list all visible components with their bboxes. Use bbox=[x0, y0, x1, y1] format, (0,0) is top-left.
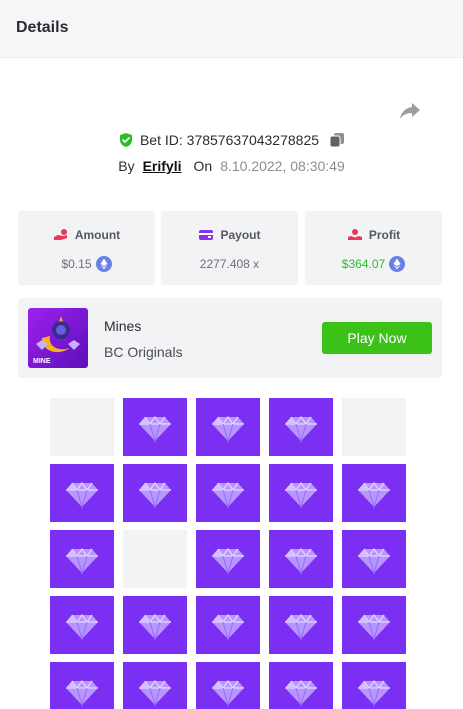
gem-tile bbox=[123, 398, 187, 456]
gem-tile bbox=[50, 464, 114, 522]
thumb-label: MINE bbox=[33, 358, 51, 365]
amount-value: $0.15 bbox=[61, 257, 92, 271]
bet-meta-row: By Erifyli On 8.10.2022, 08:30:49 bbox=[0, 156, 463, 176]
gem-tile bbox=[123, 662, 187, 709]
bet-id-row: Bet ID: 37857637043278825 bbox=[0, 130, 463, 150]
amount-card: Amount $0.15 bbox=[18, 211, 155, 285]
gem-tile bbox=[342, 662, 406, 709]
profit-value: $364.07 bbox=[341, 257, 386, 271]
eth-icon bbox=[389, 256, 406, 272]
empty-tile bbox=[342, 398, 406, 456]
amount-label: Amount bbox=[74, 228, 121, 242]
game-card: MINE Mines BC Originals Play Now bbox=[18, 298, 442, 378]
gem-tile bbox=[342, 596, 406, 654]
gem-tile bbox=[269, 662, 333, 709]
gem-tile bbox=[196, 398, 260, 456]
copy-icon[interactable] bbox=[329, 132, 345, 148]
share-arrow-icon bbox=[400, 103, 420, 119]
gem-tile bbox=[269, 464, 333, 522]
mines-game-thumbnail[interactable]: MINE bbox=[28, 308, 88, 368]
gem-tile bbox=[196, 530, 260, 588]
gem-tile bbox=[342, 464, 406, 522]
payout-value: 2277.408 x bbox=[199, 257, 260, 271]
gem-tile bbox=[196, 464, 260, 522]
hand-coins-icon bbox=[53, 228, 69, 242]
bet-datetime: 8.10.2022, 08:30:49 bbox=[220, 158, 345, 174]
play-now-button[interactable]: Play Now bbox=[322, 322, 432, 354]
gem-tile bbox=[269, 530, 333, 588]
payout-label: Payout bbox=[220, 228, 261, 242]
gem-tile bbox=[196, 662, 260, 709]
empty-tile bbox=[123, 530, 187, 588]
eth-icon bbox=[95, 256, 112, 272]
gem-tile bbox=[50, 596, 114, 654]
page-title: Details bbox=[16, 19, 69, 36]
wallet-icon bbox=[198, 228, 214, 242]
hand-money-icon bbox=[347, 228, 363, 242]
gem-tile bbox=[123, 464, 187, 522]
profit-card: Profit $364.07 bbox=[305, 211, 442, 285]
on-label: On bbox=[193, 158, 213, 174]
payout-card: Payout 2277.408 x bbox=[161, 211, 298, 285]
game-name: Mines bbox=[104, 318, 142, 334]
gem-tile bbox=[269, 398, 333, 456]
username-link[interactable]: Erifyli bbox=[143, 158, 182, 174]
share-button[interactable] bbox=[398, 98, 422, 122]
gem-tile bbox=[342, 530, 406, 588]
empty-tile bbox=[50, 398, 114, 456]
profit-label: Profit bbox=[368, 228, 401, 242]
details-header: Details bbox=[0, 0, 463, 58]
shield-check-icon bbox=[118, 132, 134, 148]
gem-tile bbox=[269, 596, 333, 654]
gem-tile bbox=[196, 596, 260, 654]
game-provider: BC Originals bbox=[104, 344, 183, 360]
gem-tile bbox=[50, 662, 114, 709]
gem-tile bbox=[50, 530, 114, 588]
bet-id-text: Bet ID: 37857637043278825 bbox=[139, 132, 320, 148]
gem-tile bbox=[123, 596, 187, 654]
by-label: By bbox=[118, 158, 135, 174]
